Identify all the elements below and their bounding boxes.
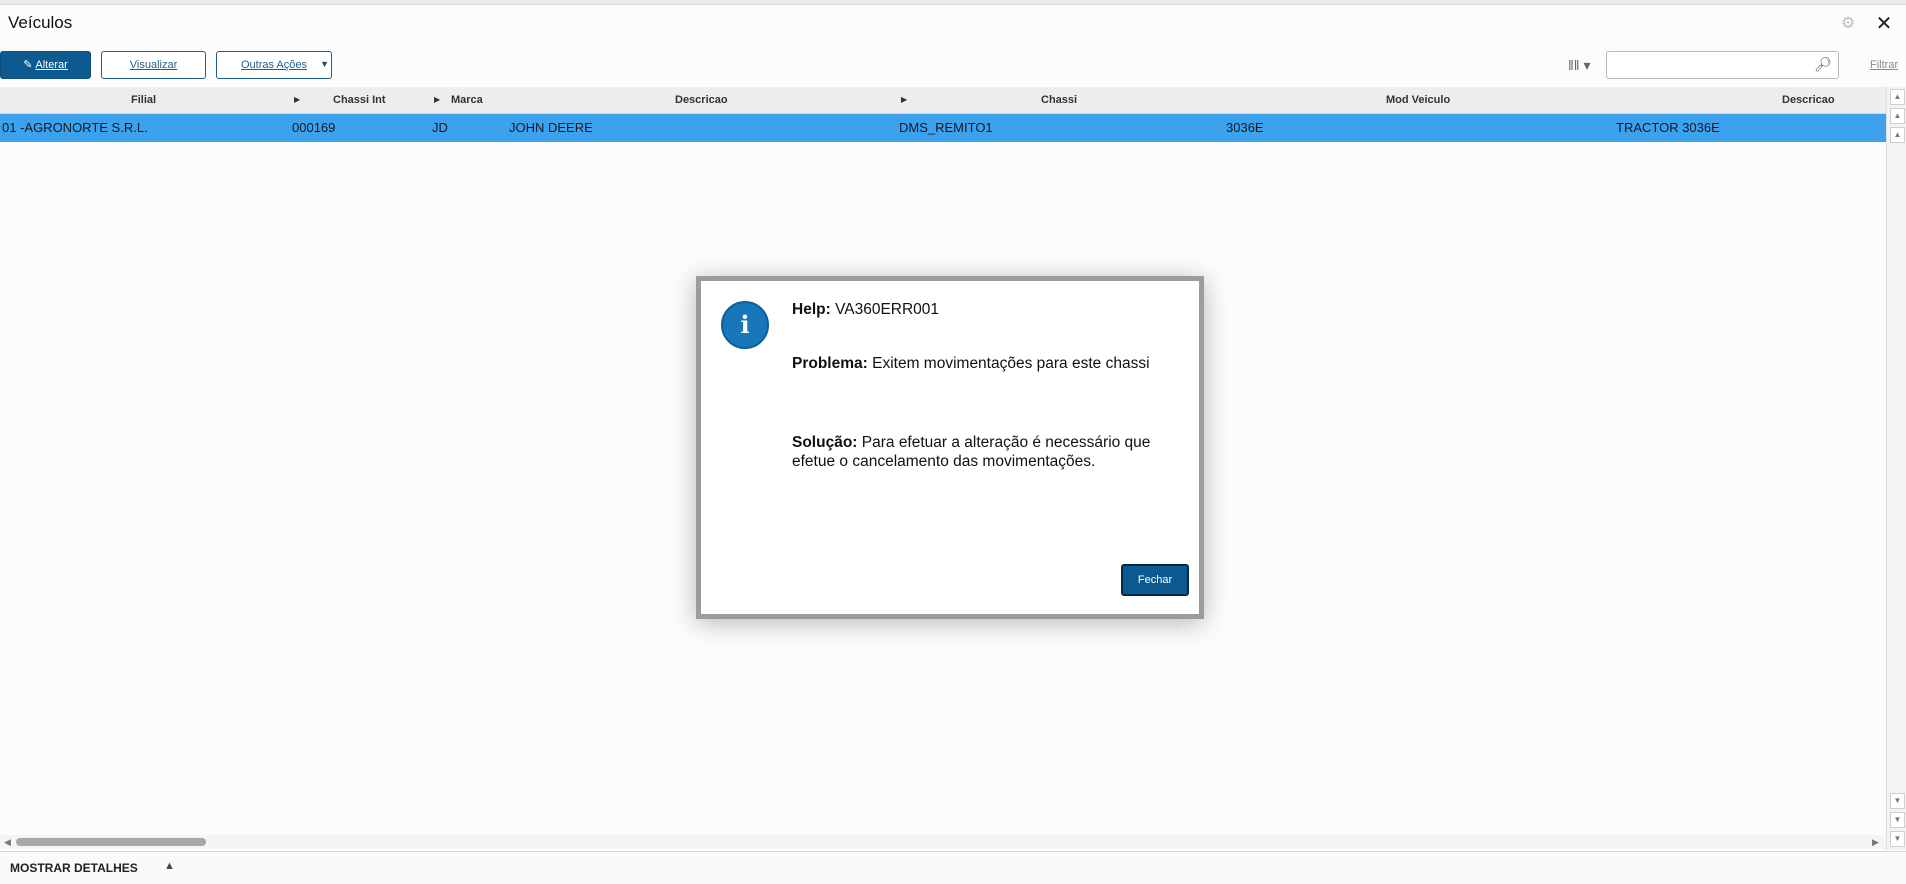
problema-text: Exitem movimentações para este chassi bbox=[872, 355, 1150, 372]
problema-label: Problema: bbox=[792, 355, 868, 372]
solucao-label: Solução: bbox=[792, 434, 858, 451]
help-label: Help: bbox=[792, 301, 831, 318]
solucao-text-1: Para efetuar a alteração é necessário qu… bbox=[861, 434, 1151, 451]
solucao-text-2: efetue o cancelamento das movimentações. bbox=[792, 453, 1096, 470]
modal-overlay: i Help: VA360ERR001 Problema: Exitem mov… bbox=[0, 0, 1906, 883]
help-dialog: i Help: VA360ERR001 Problema: Exitem mov… bbox=[696, 276, 1204, 619]
help-code: VA360ERR001 bbox=[835, 301, 940, 318]
help-line: Help: VA360ERR001 bbox=[792, 301, 1182, 319]
fechar-button[interactable]: Fechar bbox=[1121, 564, 1189, 596]
solucao-line: Solução: Para efetuar a alteração é nece… bbox=[792, 434, 1182, 452]
problema-line: Problema: Exitem movimentações para este… bbox=[792, 355, 1182, 373]
info-icon: i bbox=[721, 301, 769, 349]
solucao-line-2: efetue o cancelamento das movimentações. bbox=[792, 453, 1182, 471]
